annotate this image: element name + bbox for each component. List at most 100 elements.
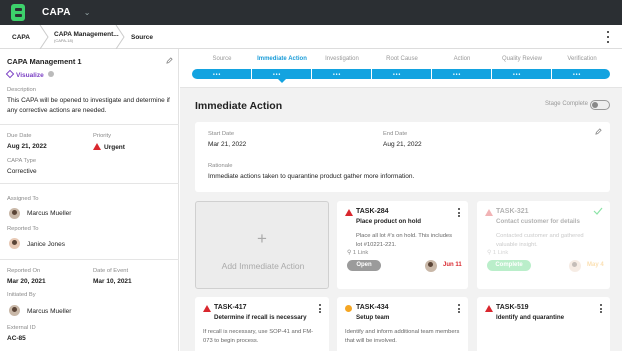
- active-step-pointer-icon: [278, 79, 286, 83]
- task-id: TASK-284: [356, 208, 389, 215]
- step-root-cause[interactable]: Root Cause: [371, 56, 433, 62]
- stage-progress-bar: Source Immediate Action Investigation Ro…: [180, 49, 622, 88]
- task-link[interactable]: ⚲ 1 Link: [347, 250, 368, 256]
- task-card[interactable]: TASK-434 Setup team Identify and inform …: [337, 297, 468, 351]
- avatar[interactable]: [425, 260, 437, 272]
- capa-type-label: CAPA Type: [7, 158, 37, 164]
- warning-icon: [485, 305, 493, 312]
- checkmark-icon: [593, 207, 603, 215]
- task-id: TASK-434: [356, 304, 389, 311]
- info-icon[interactable]: [47, 71, 54, 77]
- description-text: This CAPA will be opened to investigate …: [7, 97, 170, 114]
- task-name: Identify and quarantine: [496, 314, 565, 321]
- end-date-value: Aug 21, 2022: [383, 141, 422, 148]
- add-immediate-action-label: Add Immediate Action: [221, 261, 305, 271]
- assigned-to-label: Assigned To: [7, 196, 39, 202]
- description-label: Description: [7, 87, 36, 93]
- initiated-by-label: Initiated By: [7, 292, 36, 298]
- start-date-label: Start Date: [208, 131, 235, 137]
- task-card[interactable]: TASK-284 Place product on hold Place all…: [337, 201, 468, 289]
- breadcrumb-capa[interactable]: CAPA: [12, 25, 30, 49]
- task-more-icon[interactable]: [319, 304, 322, 313]
- breadcrumb-separator-icon: [115, 25, 125, 49]
- circle-icon: [345, 305, 352, 312]
- avatar[interactable]: [9, 208, 20, 219]
- task-name: Setup team: [356, 314, 390, 321]
- task-more-icon[interactable]: [458, 304, 461, 313]
- task-status-badge[interactable]: Complete: [487, 260, 531, 271]
- add-immediate-action-button[interactable]: + Add Immediate Action: [195, 201, 329, 289]
- task-due-date: Jun 11: [443, 262, 462, 268]
- visualize-link[interactable]: Visualize: [5, 69, 54, 79]
- task-id: TASK-519: [496, 304, 529, 311]
- more-options-icon[interactable]: [606, 31, 610, 43]
- task-more-icon[interactable]: [600, 304, 603, 313]
- external-id-label: External ID: [7, 325, 36, 331]
- rationale-value: Immediate actions taken to quarantine pr…: [208, 173, 415, 180]
- due-date-label: Due Date: [7, 133, 32, 139]
- task-name: Place product on hold: [356, 218, 421, 225]
- stage-complete-label: Stage Complete: [544, 101, 588, 107]
- assigned-to-value[interactable]: Marcus Mueller: [27, 210, 71, 217]
- record-details-panel: CAPA Management 1 Visualize Description …: [0, 49, 179, 351]
- app-header: CAPA ⌄: [0, 0, 622, 25]
- reported-to-value[interactable]: Janice Jones: [27, 241, 65, 248]
- external-id-value: AC-85: [7, 335, 26, 342]
- date-of-event-value: Mar 10, 2021: [93, 278, 132, 285]
- task-more-icon[interactable]: [458, 208, 461, 217]
- task-link[interactable]: ⚲ 1 Link: [487, 250, 508, 256]
- warning-icon: [345, 209, 353, 216]
- breadcrumb: CAPA CAPA Management... (CAPA-18) Source: [0, 25, 622, 49]
- main-content: Source Immediate Action Investigation Ro…: [180, 49, 622, 351]
- app-switcher-chevron-icon[interactable]: ⌄: [84, 8, 91, 17]
- task-description: If recall is necessary, use SOP-41 and F…: [203, 329, 314, 344]
- step-action[interactable]: Action: [431, 56, 493, 62]
- start-date-value: Mar 21, 2022: [208, 141, 247, 148]
- step-verification[interactable]: Verification: [551, 56, 613, 62]
- section-title: Immediate Action: [195, 100, 283, 112]
- visualize-label: Visualize: [16, 72, 44, 79]
- edit-pencil-icon[interactable]: [166, 57, 173, 64]
- due-date-value: Aug 21, 2022: [7, 143, 47, 150]
- task-due-date: May 4: [587, 262, 604, 268]
- initiated-by-value[interactable]: Marcus Mueller: [27, 308, 71, 315]
- rationale-label: Rationale: [208, 163, 233, 169]
- step-source[interactable]: Source: [191, 56, 253, 62]
- avatar[interactable]: [569, 260, 581, 272]
- task-card[interactable]: TASK-519 Identify and quarantine: [477, 297, 610, 351]
- reported-on-value: Mar 20, 2021: [7, 278, 46, 285]
- task-id: TASK-321: [496, 208, 529, 215]
- urgent-warning-icon: [93, 143, 101, 150]
- breadcrumb-capa-management[interactable]: CAPA Management... (CAPA-18): [54, 25, 119, 49]
- breadcrumb-source[interactable]: Source: [131, 25, 153, 49]
- stage-complete-toggle[interactable]: [590, 100, 610, 110]
- plus-icon: +: [257, 229, 267, 248]
- app-logo-icon[interactable]: [11, 4, 25, 21]
- edit-pencil-icon[interactable]: [595, 128, 602, 135]
- app-name[interactable]: CAPA: [42, 7, 71, 18]
- task-name: Determine if recall is necessary: [214, 314, 307, 321]
- task-description: Place all lot #'s on hold. This includes…: [356, 233, 453, 248]
- reported-on-label: Reported On: [7, 268, 41, 274]
- task-id: TASK-417: [214, 304, 247, 311]
- stage-track: ••• ••• ••• ••• ••• ••• •••: [192, 69, 610, 79]
- task-description: Identify and inform additional team memb…: [345, 329, 460, 344]
- priority-value: Urgent: [93, 143, 125, 151]
- warning-icon: [203, 305, 211, 312]
- task-status-badge[interactable]: Open: [347, 260, 381, 271]
- warning-icon: [485, 209, 493, 216]
- visualize-icon: [5, 69, 15, 79]
- step-investigation[interactable]: Investigation: [311, 56, 373, 62]
- step-immediate-action[interactable]: Immediate Action: [251, 56, 313, 62]
- task-card[interactable]: TASK-321 Contact customer for details Co…: [477, 201, 610, 289]
- task-description: Contacted customer and gathered valuable…: [496, 233, 584, 248]
- date-of-event-label: Date of Event: [93, 268, 129, 274]
- task-card[interactable]: TASK-417 Determine if recall is necessar…: [195, 297, 329, 351]
- reported-to-label: Reported To: [7, 226, 39, 232]
- avatar[interactable]: [9, 305, 20, 316]
- step-quality-review[interactable]: Quality Review: [491, 56, 553, 62]
- avatar[interactable]: [9, 238, 20, 249]
- immediate-action-info-card: Start Date Mar 21, 2022 End Date Aug 21,…: [195, 122, 610, 192]
- breadcrumb-separator-icon: [39, 25, 49, 49]
- task-name: Contact customer for details: [496, 218, 580, 225]
